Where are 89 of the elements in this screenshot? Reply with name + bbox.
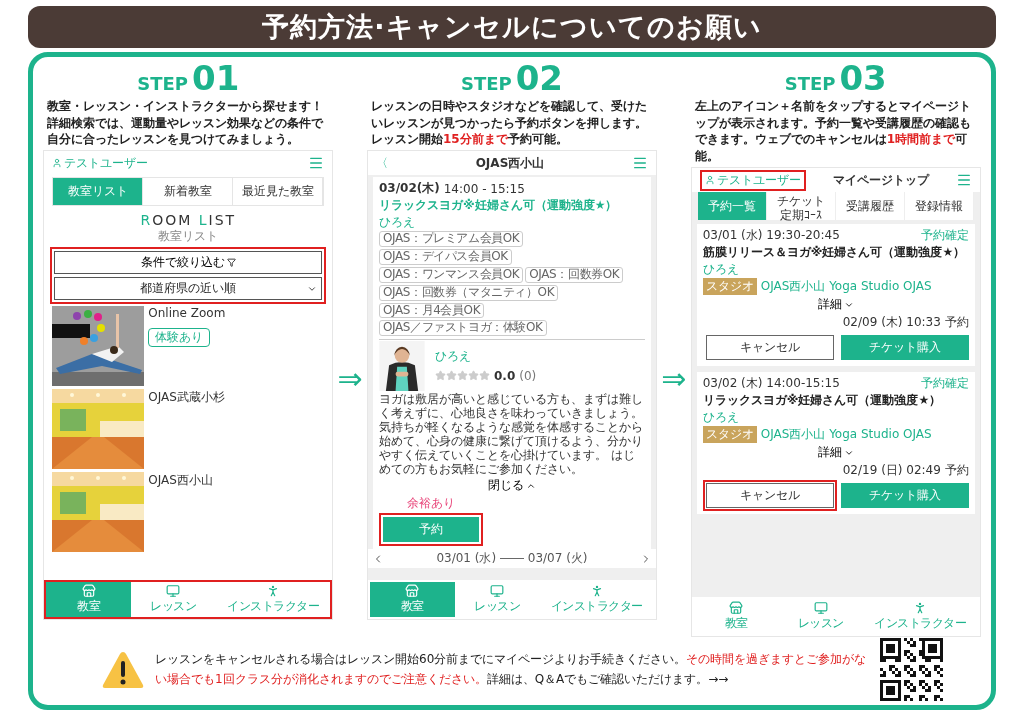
lesson-title: リラックスヨガ※妊婦さん可（運動強度★） [379,198,619,214]
back-button[interactable]: 〈 [376,154,388,172]
building-icon [729,601,744,615]
step-label: STEP [784,74,836,93]
lesson-title: リラックスヨガ※妊婦さん可（運動強度★） [702,393,943,409]
user-icon [704,175,715,185]
booked-time: 02/09 (木) 10:33 予約 [842,314,969,332]
user-link[interactable]: テストユーザー [52,154,149,172]
week-range: 03/01 (水) ―― 03/07 (火) [436,550,588,568]
collapse-toggle[interactable]: 閉じる [488,477,536,495]
studio-tag: スタジオ [702,426,757,444]
room-name[interactable]: OJAS武蔵小杉 [148,389,325,407]
instructor-bio: ヨガは敷居が高いと感じている方も、まずは難しく考えずに、心地良さを味わっていきましょう。気持ちが軽くなるような感覚を体感することから始めて、心身の健康に繋げて頂けるよう、分かりやすく伝えていくことを心掛けています。 はじめての方もお気軽にご参加ください。 [379,392,644,477]
star-icon [479,370,490,382]
tab[interactable]: チケット 定期ｺｰｽ [766,192,836,220]
step-number: 03 [839,60,887,95]
instructor-name: ひろえ [435,349,472,365]
warning-icon [101,649,145,690]
lesson-title: 筋膜リリース＆ヨガ※妊婦さん可（運動強度★） [702,245,967,261]
buy-ticket-button[interactable]: チケット購入 [840,483,969,509]
instructor-name: ひろえ [379,214,416,231]
step-number: 01 [192,60,240,95]
rating-count: (0) [519,368,537,383]
qr-code[interactable] [880,638,943,701]
next-step-arrow: ⇒ [337,360,363,396]
screen-title: OJAS西小山 [475,154,545,172]
star-icon [457,370,468,382]
cancel-button[interactable]: キャンセル [705,483,834,509]
step-description: 左上のアイコン＋名前をタップするとマイページトップが表示されます。予約一覧や受講履歴の確認もできます。ウェブでのキャンセルは1時間前まで可能。 [694,97,972,165]
tab[interactable]: 予約一覧 [697,192,767,220]
building-icon [405,584,420,599]
room-name[interactable]: OJAS西小山 [148,472,325,490]
page-title: 予約方法·キャンセルについてのお願い [28,6,996,48]
monitor-icon [166,584,181,599]
subheading: 教室リスト [157,228,220,246]
booked-time: 02/19 (日) 02:49 予約 [842,462,969,480]
star-icon [446,370,457,382]
monitor-icon [813,601,828,615]
lesson-time: 14:00 - 15:15 [443,181,525,196]
building-icon [81,584,96,599]
details-toggle[interactable]: 詳細 [817,444,854,462]
booking-date: 03/01 (水) 19:30-20:45 [702,227,840,244]
screen-title: マイページトップ [832,171,929,189]
sort-select[interactable]: 都道府県の近い順 [54,277,323,301]
studio-tag: スタジオ [702,278,757,296]
step-number: 02 [515,60,563,95]
star-icon [468,370,479,382]
membership-tag: OJAS／ファストヨガ：体験OK [379,320,547,337]
details-toggle[interactable]: 詳細 [817,296,854,314]
availability-note: 余裕あり [407,495,456,513]
step-description: レッスンの日時やスタジオなどを確認して、受けたいレッスンが見つかったら予約ボタンを押します。レッスン開始15分前まで予約可能。 [371,97,648,149]
user-link[interactable]: テストユーザー [704,171,801,189]
step-description: 教室・レッスン・インストラクターから探せます！詳細検索では、運動量やレッスン効果などの条件で自分に合ったレッスンを見つけてみましょう。 [47,97,325,149]
user-icon [52,158,63,169]
nav-tab[interactable]: 教室 [46,582,132,618]
booking-date: 03/02 (木) 14:00-15:15 [702,375,840,393]
tab[interactable]: 登録情報 [904,192,974,220]
booking-status: 予約確定 [920,375,969,393]
rating-value: 0.0 [494,368,516,383]
instructor-name: ひろえ [702,409,740,426]
membership-tag: OJAS：回数券（マタニティ）OK [379,284,559,301]
star-icon [435,370,446,382]
booking-status: 予約確定 [920,227,969,244]
membership-tag: OJAS：ワンマンス会員OK [379,267,524,283]
tab[interactable]: 教室リスト [53,178,144,206]
reserve-button[interactable]: 予約 [383,517,479,543]
studio-name[interactable]: OJAS西小山 Yoga Studio OJAS [760,426,932,444]
filter-icon [226,258,236,268]
lesson-date: 03/02(木) [379,180,440,198]
buy-ticket-button[interactable]: チケット購入 [840,335,969,361]
nav-tab[interactable]: 教室 [370,582,455,618]
cancel-button[interactable]: キャンセル [705,335,834,361]
next-step-arrow: ⇒ [661,360,687,396]
filter-button[interactable]: 条件で絞り込む [54,251,323,275]
tab[interactable]: 受講履歴 [835,192,905,220]
membership-tag: OJAS：月4会員OK [379,302,485,319]
membership-tag: OJAS：デイパス会員OK [379,249,512,265]
studio-name[interactable]: OJAS西小山 Yoga Studio OJAS [760,278,932,296]
membership-tag: OJAS：プレミアム会員OK [379,231,524,248]
step-label: STEP [137,74,188,93]
menu-icon[interactable] [955,172,972,188]
monitor-icon [490,584,505,599]
step-label: STEP [460,74,512,93]
room-name[interactable]: Online Zoom [148,306,325,321]
cancellation-notice: レッスンをキャンセルされる場合はレッスン開始60分前までにマイページよりお手続きください。その時間を過ぎますとご参加がない場合でも1回クラス分が消化されますのでご注意ください。詳細は、Q＆Aでもご確認いただけます。→→ [155,651,868,688]
instructor-name: ひろえ [702,261,740,278]
membership-tag: OJAS：回数券OK [525,267,624,283]
trial-badge: 体験あり [148,328,211,348]
heading: ROOM LIST [139,212,238,229]
